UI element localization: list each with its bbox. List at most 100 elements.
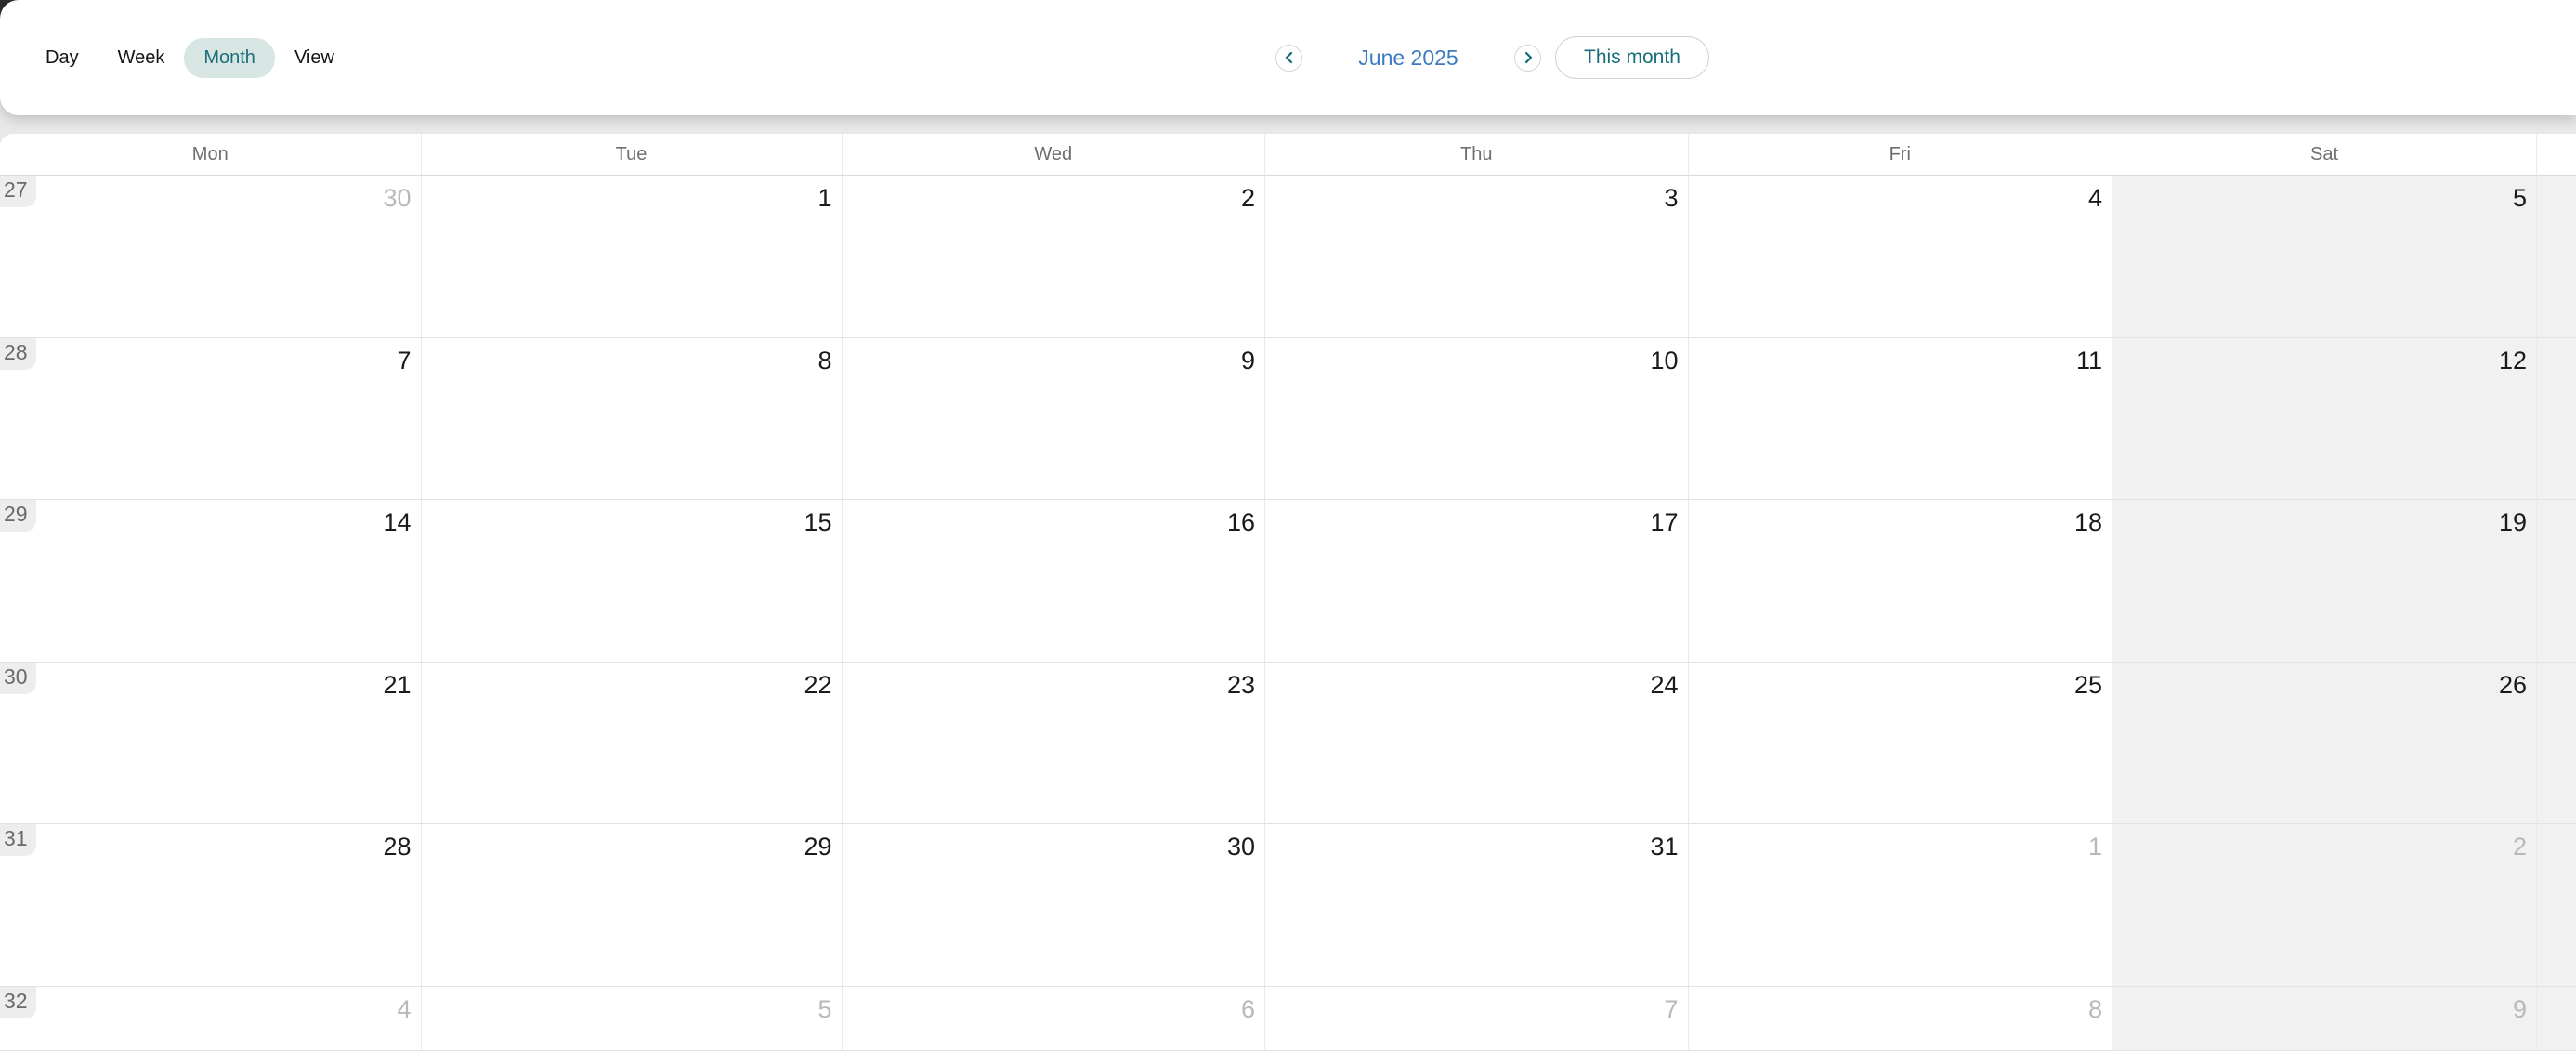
prev-month-button[interactable] bbox=[1275, 45, 1302, 72]
day-cell[interactable]: 1 bbox=[1689, 824, 2113, 987]
chevron-right-icon bbox=[1522, 51, 1535, 64]
date-label: 23 bbox=[1227, 673, 1255, 698]
day-cell[interactable]: 12 bbox=[2112, 338, 2537, 501]
day-cell[interactable]: 8 bbox=[1689, 987, 2113, 1051]
this-month-button[interactable]: This month bbox=[1555, 36, 1709, 79]
view-button-view[interactable]: View bbox=[275, 38, 354, 78]
date-label: 9 bbox=[2513, 997, 2527, 1022]
date-label: 1 bbox=[817, 186, 831, 211]
day-cell[interactable]: 9 bbox=[843, 338, 1266, 501]
day-cell[interactable]: 11 bbox=[1689, 338, 2113, 501]
month-navigation: June 2025 This month bbox=[1275, 0, 1709, 115]
day-cell[interactable]: 10 bbox=[1265, 338, 1689, 501]
day-cell[interactable]: 19 bbox=[2112, 500, 2537, 663]
date-label: 21 bbox=[383, 673, 411, 698]
calendar-toolbar: Day Week Month View June 2025 This month bbox=[0, 0, 2576, 115]
day-header-thu: Thu bbox=[1265, 134, 1689, 176]
view-button-day[interactable]: Day bbox=[26, 38, 98, 78]
date-label: 22 bbox=[804, 673, 831, 698]
day-cell[interactable]: 5 bbox=[422, 987, 843, 1051]
date-label: 10 bbox=[1650, 348, 1678, 374]
date-label: 19 bbox=[2499, 510, 2527, 535]
week-number-badge: 29 bbox=[0, 500, 36, 532]
date-label: 31 bbox=[1650, 834, 1678, 860]
week-number-badge: 30 bbox=[0, 663, 36, 694]
calendar-grid: Mon Tue Wed Thu Fri Sat 27 30 1 2 3 4 5 … bbox=[0, 134, 2576, 1051]
day-cell[interactable]: 1 bbox=[422, 176, 843, 338]
day-cell[interactable]: 32 4 bbox=[0, 987, 422, 1051]
day-cell[interactable]: 25 bbox=[1689, 663, 2113, 825]
day-cell[interactable]: 18 bbox=[1689, 500, 2113, 663]
date-label: 2 bbox=[2513, 834, 2527, 860]
view-switcher: Day Week Month View bbox=[26, 38, 354, 78]
view-button-month[interactable]: Month bbox=[184, 38, 275, 78]
date-label: 6 bbox=[1241, 997, 1255, 1022]
date-label: 8 bbox=[2088, 997, 2102, 1022]
day-cell-sun-sliver[interactable] bbox=[2537, 500, 2576, 663]
week-number-badge: 32 bbox=[0, 987, 36, 1018]
day-cell[interactable]: 29 14 bbox=[0, 500, 422, 663]
week-number-badge: 28 bbox=[0, 338, 36, 370]
date-label: 30 bbox=[383, 186, 411, 211]
date-label: 15 bbox=[804, 510, 831, 535]
day-cell[interactable]: 2 bbox=[2112, 824, 2537, 987]
day-cell[interactable]: 27 30 bbox=[0, 176, 422, 338]
date-label: 4 bbox=[2088, 186, 2102, 211]
day-cell[interactable]: 29 bbox=[422, 824, 843, 987]
day-cell[interactable]: 23 bbox=[843, 663, 1266, 825]
date-label: 29 bbox=[804, 834, 831, 860]
date-label: 12 bbox=[2499, 348, 2527, 374]
view-button-week[interactable]: Week bbox=[98, 38, 185, 78]
date-label: 24 bbox=[1650, 673, 1678, 698]
week-number-badge: 27 bbox=[0, 176, 36, 207]
day-cell[interactable]: 3 bbox=[1265, 176, 1689, 338]
day-cell-sun-sliver[interactable] bbox=[2537, 663, 2576, 825]
date-label: 30 bbox=[1227, 834, 1255, 860]
day-header-mon: Mon bbox=[0, 134, 422, 176]
day-cell[interactable]: 4 bbox=[1689, 176, 2113, 338]
day-header-sat: Sat bbox=[2112, 134, 2537, 176]
date-label: 17 bbox=[1650, 510, 1678, 535]
date-label: 14 bbox=[383, 510, 411, 535]
date-label: 2 bbox=[1241, 186, 1255, 211]
day-cell[interactable]: 24 bbox=[1265, 663, 1689, 825]
day-cell[interactable]: 9 bbox=[2112, 987, 2537, 1051]
day-cell[interactable]: 28 7 bbox=[0, 338, 422, 501]
day-cell[interactable]: 30 21 bbox=[0, 663, 422, 825]
month-year-title[interactable]: June 2025 bbox=[1302, 46, 1514, 71]
date-label: 26 bbox=[2499, 673, 2527, 698]
week-number-badge: 31 bbox=[0, 824, 36, 856]
day-header-fri: Fri bbox=[1689, 134, 2113, 176]
date-label: 16 bbox=[1227, 510, 1255, 535]
day-cell[interactable]: 31 28 bbox=[0, 824, 422, 987]
date-label: 11 bbox=[2076, 348, 2102, 374]
day-cell[interactable]: 7 bbox=[1265, 987, 1689, 1051]
day-cell-sun-sliver[interactable] bbox=[2537, 176, 2576, 338]
day-cell[interactable]: 17 bbox=[1265, 500, 1689, 663]
day-cell[interactable]: 22 bbox=[422, 663, 843, 825]
day-cell[interactable]: 31 bbox=[1265, 824, 1689, 987]
day-header-sun-sliver bbox=[2537, 134, 2576, 176]
date-label: 25 bbox=[2074, 673, 2102, 698]
date-label: 7 bbox=[397, 348, 411, 374]
day-cell[interactable]: 8 bbox=[422, 338, 843, 501]
day-cell[interactable]: 26 bbox=[2112, 663, 2537, 825]
day-cell[interactable]: 16 bbox=[843, 500, 1266, 663]
day-cell[interactable]: 5 bbox=[2112, 176, 2537, 338]
date-label: 8 bbox=[817, 348, 831, 374]
day-cell-sun-sliver[interactable] bbox=[2537, 824, 2576, 987]
date-label: 9 bbox=[1241, 348, 1255, 374]
day-cell[interactable]: 2 bbox=[843, 176, 1266, 338]
date-label: 4 bbox=[397, 997, 411, 1022]
date-label: 18 bbox=[2074, 510, 2102, 535]
day-cell[interactable]: 6 bbox=[843, 987, 1266, 1051]
day-header-wed: Wed bbox=[843, 134, 1266, 176]
day-cell-sun-sliver[interactable] bbox=[2537, 338, 2576, 501]
day-cell-sun-sliver[interactable] bbox=[2537, 987, 2576, 1051]
month-calendar: Mon Tue Wed Thu Fri Sat 27 30 1 2 3 4 5 … bbox=[0, 134, 2576, 1051]
next-month-button[interactable] bbox=[1514, 45, 1541, 72]
date-label: 7 bbox=[1664, 997, 1678, 1022]
date-label: 1 bbox=[2088, 834, 2102, 860]
day-cell[interactable]: 15 bbox=[422, 500, 843, 663]
day-cell[interactable]: 30 bbox=[843, 824, 1266, 987]
